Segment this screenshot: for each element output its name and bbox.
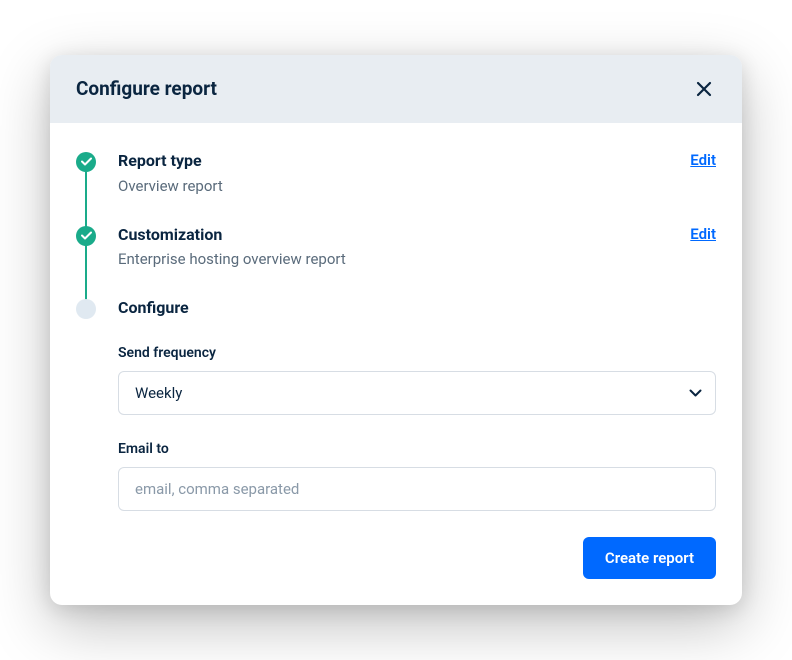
step-text: Customization Enterprise hosting overvie… [118, 225, 674, 271]
step-report-type: Report type Overview report Edit [76, 151, 716, 225]
step-title: Report type [118, 151, 674, 172]
step-connector-line [85, 245, 87, 301]
step-title: Configure [118, 298, 716, 319]
steps-list: Report type Overview report Edit Customi… [76, 151, 716, 340]
email-input[interactable] [118, 467, 716, 511]
frequency-select-wrapper: Weekly [118, 371, 716, 415]
configure-form: Send frequency Weekly Email to [118, 345, 716, 511]
modal-body: Report type Overview report Edit Customi… [50, 123, 742, 606]
close-icon [696, 81, 712, 97]
step-text: Report type Overview report [118, 151, 674, 197]
frequency-label: Send frequency [118, 345, 716, 361]
step-indicator-complete [76, 226, 96, 246]
step-content: Report type Overview report Edit [118, 151, 716, 197]
modal-title: Configure report [76, 77, 217, 100]
step-text: Configure [118, 298, 716, 319]
close-button[interactable] [692, 77, 716, 101]
step-subtitle: Enterprise hosting overview report [118, 249, 674, 270]
create-report-button[interactable]: Create report [583, 537, 716, 579]
email-group: Email to [118, 441, 716, 511]
edit-report-type-link[interactable]: Edit [690, 151, 716, 169]
modal-header: Configure report [50, 55, 742, 123]
step-configure: Configure [76, 298, 716, 339]
step-title: Customization [118, 225, 674, 246]
configure-report-modal: Configure report Report type Overview re… [50, 55, 742, 606]
step-subtitle: Overview report [118, 176, 674, 197]
step-indicator-complete [76, 152, 96, 172]
step-content: Configure [118, 298, 716, 319]
email-label: Email to [118, 441, 716, 457]
step-indicator-current [76, 299, 96, 319]
check-icon [81, 157, 92, 166]
frequency-select[interactable]: Weekly [118, 371, 716, 415]
step-content: Customization Enterprise hosting overvie… [118, 225, 716, 271]
edit-customization-link[interactable]: Edit [690, 225, 716, 243]
frequency-group: Send frequency Weekly [118, 345, 716, 415]
check-icon [81, 231, 92, 240]
step-connector-line [85, 171, 87, 227]
step-customization: Customization Enterprise hosting overvie… [76, 225, 716, 299]
modal-footer: Create report [76, 537, 716, 579]
